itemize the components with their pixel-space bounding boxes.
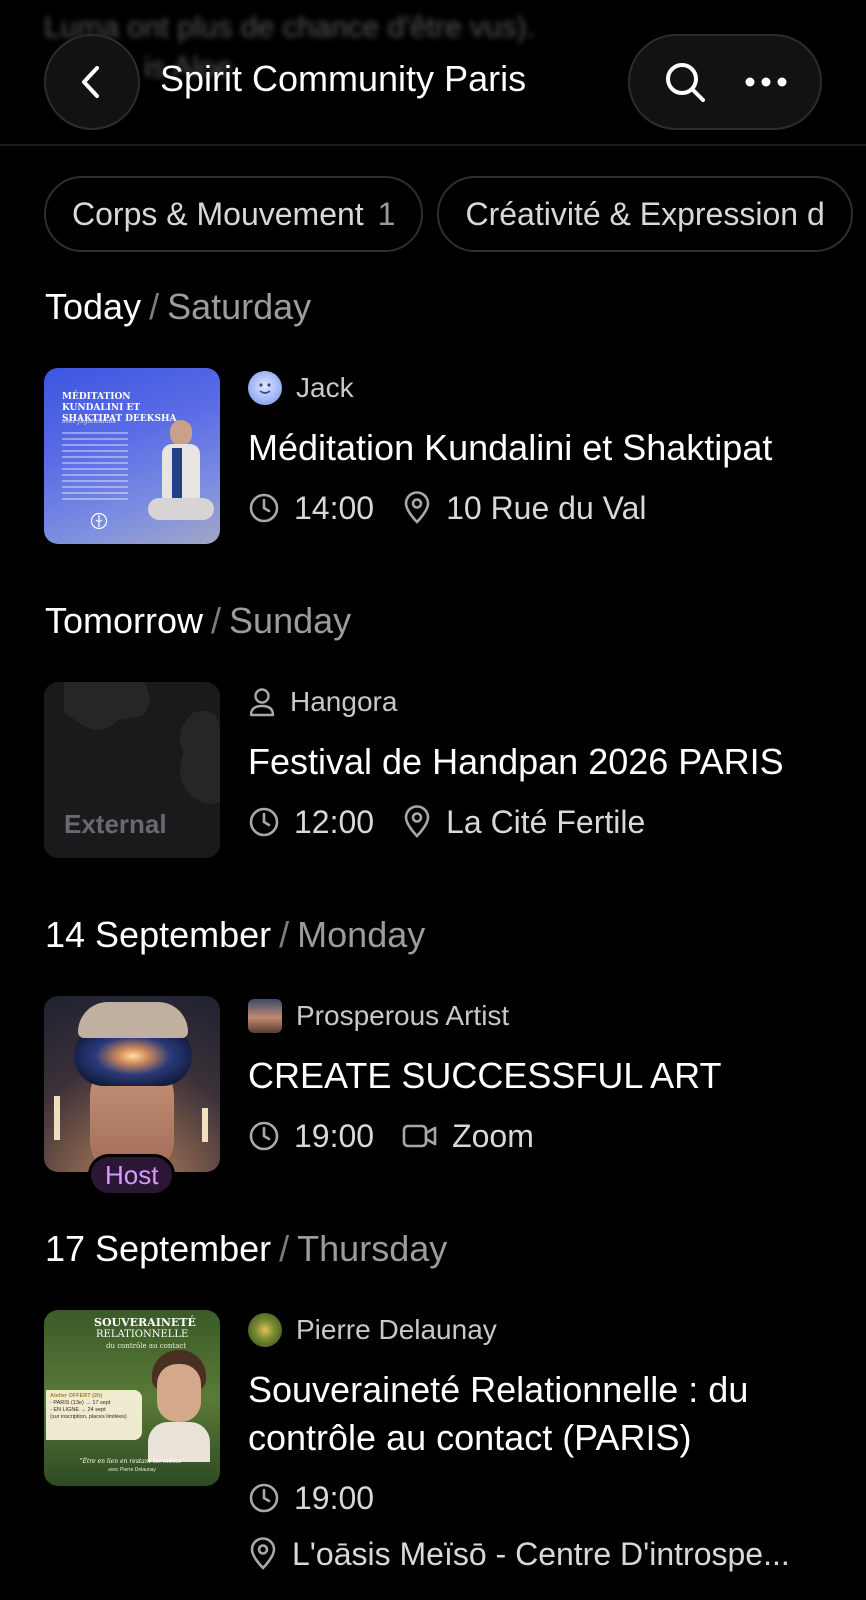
event-host: Prosperous Artist [248, 996, 848, 1036]
external-label: External [64, 809, 167, 839]
event-time: 19:00 [248, 1480, 374, 1517]
page-title: Spirit Community Paris [160, 58, 527, 99]
search-icon [665, 63, 705, 102]
poster-info-box: Atelier OFFERT (2h) - PARIS (13e) → 17 s… [46, 1390, 142, 1440]
person-portrait [148, 1350, 210, 1462]
event-location: Zoom [402, 1118, 534, 1155]
video-icon [402, 1124, 437, 1148]
section-header-today: Today / Saturday [45, 286, 312, 327]
map-pin-icon [404, 491, 430, 524]
more-horizontal-icon [745, 77, 786, 87]
avatar [248, 371, 282, 405]
event-host: Jack [248, 368, 848, 408]
search-button[interactable] [650, 47, 720, 117]
header-actions [628, 34, 822, 130]
event-thumbnail: SOUVERAINETÉ RELATIONNELLE du contrôle a… [44, 1310, 220, 1486]
chip-corps-mouvement[interactable]: Corps & Mouvement 1 [44, 176, 424, 252]
event-card[interactable]: SOUVERAINETÉ RELATIONNELLE du contrôle a… [44, 1310, 844, 1580]
candle [202, 1108, 208, 1142]
event-location: 10 Rue du Val [402, 490, 647, 527]
event-card[interactable]: External Hangora Festival de Handpan 202… [44, 682, 844, 858]
person-figure [148, 420, 214, 530]
flame-icon [90, 512, 108, 530]
event-host: Pierre Delaunay [248, 1310, 848, 1350]
event-location: La Cité Fertile [402, 804, 645, 841]
event-time: 14:00 [248, 490, 374, 527]
avatar [248, 999, 282, 1033]
clock-icon [249, 493, 279, 523]
event-title: Méditation Kundalini et Shaktipat [248, 427, 773, 468]
back-button[interactable] [44, 34, 140, 130]
candle [54, 1096, 60, 1140]
event-card[interactable]: MÉDITATION KUNDALINI ET SHAKTIPAT DEEKSH… [44, 368, 844, 544]
event-host: Hangora [248, 682, 848, 722]
chevron-left-icon [82, 66, 99, 98]
event-time: 19:00 [248, 1118, 374, 1155]
top-nav-bar: Spirit Community Paris [0, 0, 866, 146]
event-location: L'oāsis Meïsō - Centre D'introspe... [248, 1536, 790, 1573]
map-pin-icon [250, 1537, 276, 1570]
clock-icon [249, 1483, 279, 1513]
section-header-17-september: 17 September / Thursday [45, 1228, 448, 1269]
section-header-tomorrow: Tomorrow / Sunday [45, 600, 352, 641]
event-thumbnail [44, 996, 220, 1172]
category-chips: Corps & Mouvement 1 Créativité & Express… [44, 176, 853, 252]
smiley-icon [259, 383, 271, 394]
event-card[interactable]: Host Prosperous Artist CREATE SUCCESSFUL… [44, 996, 844, 1196]
user-icon [249, 688, 275, 717]
event-thumbnail: MÉDITATION KUNDALINI ET SHAKTIPAT DEEKSH… [44, 368, 220, 544]
more-button[interactable] [731, 47, 801, 117]
chip-count: 1 [377, 195, 396, 232]
avatar [248, 1313, 282, 1347]
clock-icon [249, 1121, 279, 1151]
event-time: 12:00 [248, 804, 374, 841]
section-header-14-september: 14 September / Monday [45, 914, 426, 955]
clock-icon [249, 807, 279, 837]
event-thumbnail: External [44, 682, 220, 858]
map-pin-icon [404, 805, 430, 838]
event-title: Souveraineté Relationnelle : du contrôle… [248, 1369, 749, 1458]
event-title: Festival de Handpan 2026 PARIS [248, 741, 784, 782]
chip-creativite-expression[interactable]: Créativité & Expression d [437, 176, 853, 252]
event-title: CREATE SUCCESSFUL ART [248, 1055, 722, 1096]
host-badge: Host [88, 1154, 176, 1196]
